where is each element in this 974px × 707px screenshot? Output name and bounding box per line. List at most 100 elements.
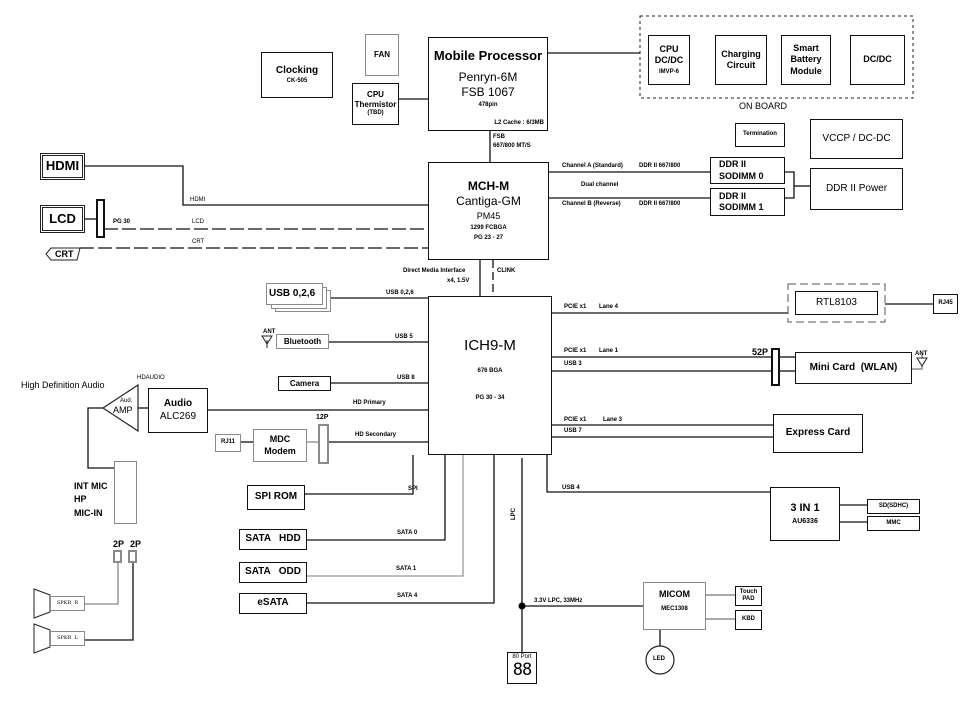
ich-title: ICH9-M bbox=[464, 337, 516, 354]
ich-page: PG 30 - 34 bbox=[475, 395, 505, 402]
lane1-pcie-label: PCIE x1 bbox=[564, 348, 587, 354]
crt-label: CRT bbox=[55, 249, 74, 259]
dual-channel-label: Dual channel bbox=[581, 182, 619, 188]
camera-label: Camera bbox=[289, 378, 320, 388]
clocking-block[interactable]: Clocking CK-505 bbox=[261, 52, 333, 98]
micom-title: MICOM bbox=[659, 589, 690, 599]
usb026-label: USB 0,2,6 bbox=[269, 287, 316, 299]
usb4-signal-label: USB 4 bbox=[562, 485, 580, 491]
dcdc-block[interactable]: DC/DC bbox=[850, 35, 905, 85]
mch-block[interactable]: MCH-M Cantiga-GM PM45 1299 FCBGA PG 23 -… bbox=[428, 162, 549, 260]
micom-block[interactable]: MICOM MEC1308 bbox=[643, 582, 706, 630]
rj45-block[interactable]: RJ45 bbox=[933, 294, 958, 314]
hd-secondary-label: HD Secondary bbox=[355, 432, 397, 438]
jack-mic-in-label: MIC-IN bbox=[74, 508, 103, 518]
jack-int-mic-label: INT MIC bbox=[74, 481, 108, 491]
kbd-label: KBD bbox=[742, 616, 755, 623]
spkr-conn-l-label: 2P bbox=[130, 539, 142, 549]
battery-line1: Smart bbox=[793, 43, 819, 54]
modem-block[interactable]: MDC Modem bbox=[253, 429, 307, 462]
amp-label: AMP bbox=[113, 405, 133, 415]
minicard-connector bbox=[771, 348, 780, 386]
hdmi-block[interactable]: HDMI bbox=[40, 153, 85, 180]
cpu-dcdc-line3: IMVP-6 bbox=[658, 69, 679, 75]
express-card-block[interactable]: Express Card bbox=[773, 414, 863, 453]
fsb-speed-label: 667/800 MT/S bbox=[493, 143, 531, 149]
termination-block[interactable]: Termination bbox=[735, 123, 785, 147]
onboard-label: ON BOARD bbox=[739, 101, 788, 111]
speaker-l-block[interactable]: SPKR L bbox=[50, 631, 85, 646]
bt-ant-label: ANT bbox=[263, 329, 276, 335]
lane4-pcie-label: PCIE x1 bbox=[564, 304, 587, 310]
mch-page: PG 23 - 27 bbox=[473, 235, 503, 242]
rtl8103-block[interactable]: RTL8103 bbox=[795, 291, 878, 315]
port80-block[interactable]: 80 Port 88 bbox=[507, 652, 537, 684]
mch-title: MCH-M bbox=[467, 179, 510, 194]
channel-a-speed: DDR II 667/800 bbox=[639, 163, 681, 169]
sata4-line bbox=[306, 455, 495, 604]
lane4-label: Lane 4 bbox=[599, 304, 619, 310]
hd-primary-label: HD Primary bbox=[353, 400, 386, 406]
sata-odd-block[interactable]: SATA ODD bbox=[239, 562, 307, 583]
clocking-part: CK-505 bbox=[286, 77, 308, 84]
lcd-signal-label: LCD bbox=[192, 219, 205, 225]
mmc-label: MMC bbox=[886, 519, 901, 526]
speaker-r-horn bbox=[33, 588, 51, 619]
mmc-block[interactable]: MMC bbox=[867, 516, 920, 531]
charging-line2: Circuit bbox=[726, 60, 756, 70]
vccp-block[interactable]: VCCP / DC-DC bbox=[810, 119, 903, 159]
micom-part: MEC1308 bbox=[661, 606, 688, 613]
charging-block[interactable]: Charging Circuit bbox=[715, 35, 767, 85]
battery-line2: Battery bbox=[790, 54, 822, 65]
ddr-power-block[interactable]: DDR II Power bbox=[810, 168, 903, 210]
esata-block[interactable]: eSATA bbox=[239, 593, 307, 614]
audio-codec-block[interactable]: Audio ALC269 bbox=[148, 388, 208, 433]
rj11-label: RJ11 bbox=[220, 439, 235, 446]
bluetooth-block[interactable]: Bluetooth bbox=[276, 334, 329, 349]
fsb-label: FSB bbox=[493, 134, 505, 140]
spi-rom-block[interactable]: SPI ROM bbox=[247, 485, 305, 510]
lcd-block[interactable]: LCD bbox=[40, 205, 85, 233]
cpu-block[interactable]: Mobile Processor Penryn-6M FSB 1067 478p… bbox=[428, 37, 548, 131]
cpu-dcdc-block[interactable]: CPU DC/DC IMVP-6 bbox=[648, 35, 690, 85]
lpc-junction-dot bbox=[518, 602, 526, 610]
led-label: LED bbox=[653, 656, 665, 662]
wlan-ant-label: ANT bbox=[915, 351, 928, 357]
mch-name: Cantiga-GM bbox=[456, 194, 521, 209]
wlan-antenna-icon bbox=[916, 357, 928, 367]
usb3-signal-label: USB 3 bbox=[564, 361, 582, 367]
sata4-signal-label: SATA 4 bbox=[397, 593, 418, 599]
camera-block[interactable]: Camera bbox=[278, 376, 331, 391]
cpu-name: Penryn-6M bbox=[458, 70, 518, 85]
kbd-block[interactable]: KBD bbox=[735, 610, 762, 630]
ich-block[interactable]: ICH9-M 676 BGA PG 30 - 34 bbox=[428, 296, 552, 455]
lane3-label: Lane 3 bbox=[603, 417, 623, 423]
charging-line1: Charging bbox=[721, 48, 761, 59]
speaker-r-block[interactable]: SPKR R bbox=[50, 596, 85, 611]
rj11-block[interactable]: RJ11 bbox=[215, 434, 241, 452]
touchpad-block[interactable]: Touch PAD bbox=[735, 586, 762, 606]
minicard-block[interactable]: Mini Card (WLAN) bbox=[795, 352, 912, 384]
fan-block[interactable]: FAN bbox=[365, 34, 399, 76]
thermistor-block[interactable]: CPU Thermistor (TBD) bbox=[352, 83, 399, 125]
dmi-label: Direct Media Interface bbox=[403, 268, 466, 274]
rtl8103-label: RTL8103 bbox=[816, 296, 857, 308]
cpu-pins: 478pin bbox=[478, 102, 498, 109]
spi-signal-label: SPI bbox=[408, 486, 418, 492]
card-reader-block[interactable]: 3 IN 1 AU6336 bbox=[770, 487, 840, 541]
sd-block[interactable]: SD(SDHC) bbox=[867, 499, 920, 514]
sodimm1-block[interactable]: DDR II SODIMM 1 bbox=[710, 188, 785, 216]
bluetooth-label: Bluetooth bbox=[283, 336, 322, 346]
channel-b-label: Channel B (Reverse) bbox=[562, 201, 621, 207]
sata-odd-label: SATA ODD bbox=[245, 566, 301, 578]
cpu-dcdc-line2: DC/DC bbox=[654, 54, 684, 65]
sata-hdd-block[interactable]: SATA HDD bbox=[239, 529, 307, 550]
battery-block[interactable]: Smart Battery Module bbox=[781, 35, 831, 85]
usb5-signal-label: USB 5 bbox=[395, 334, 413, 340]
sodimm0-block[interactable]: DDR II SODIMM 0 bbox=[710, 157, 785, 184]
usb026-block[interactable]: USB 0,2,6 bbox=[266, 283, 323, 305]
channel-a-label: Channel A (Standard) bbox=[562, 163, 623, 169]
modem-connector bbox=[318, 424, 329, 464]
sata0-line bbox=[306, 455, 446, 541]
card-reader-line2: AU6336 bbox=[792, 517, 818, 525]
